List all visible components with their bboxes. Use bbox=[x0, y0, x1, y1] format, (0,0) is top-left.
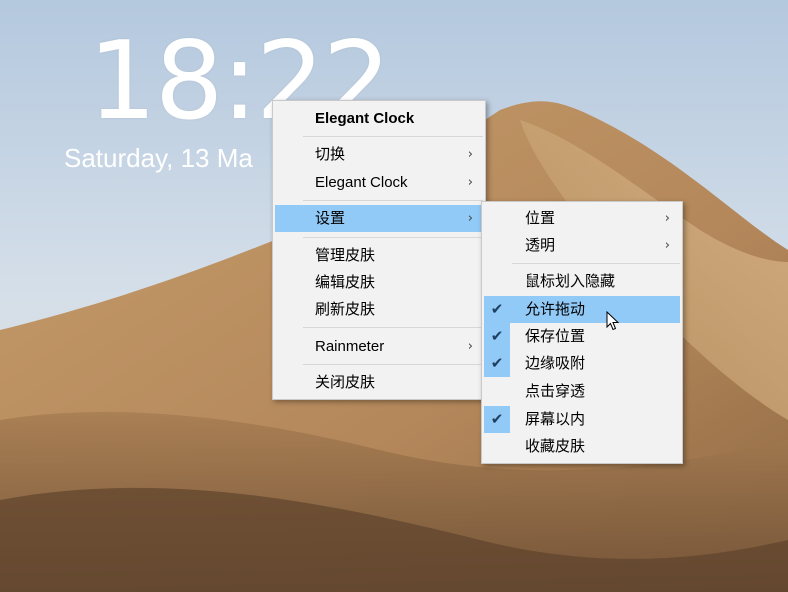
menu-item-label: 关闭皮肤 bbox=[315, 374, 376, 391]
menu-separator bbox=[303, 327, 483, 328]
submenu-item-keep-on-screen[interactable]: 屏幕以内 bbox=[484, 406, 680, 433]
submenu-item-position[interactable]: 位置 › bbox=[484, 205, 680, 232]
chevron-right-icon: › bbox=[467, 211, 473, 226]
menu-item-label: 保存位置 bbox=[525, 328, 586, 345]
checkmark-icon: ✔ bbox=[484, 323, 510, 350]
menu-item-switch[interactable]: 切换 › bbox=[275, 141, 483, 168]
clock-date: Saturday, 13 Ma bbox=[64, 143, 253, 173]
submenu-item-favorite-skin[interactable]: 收藏皮肤 bbox=[484, 433, 680, 460]
menu-item-elegant-clock[interactable]: Elegant Clock › bbox=[275, 169, 483, 196]
menu-item-label: 边缘吸附 bbox=[525, 355, 586, 372]
mouse-cursor-icon bbox=[606, 311, 620, 331]
skin-context-menu: Elegant Clock 切换 › Elegant Clock › 设置 › … bbox=[272, 100, 486, 400]
menu-item-label: Elegant Clock bbox=[315, 174, 408, 191]
menu-separator bbox=[303, 136, 483, 137]
menu-item-label: 收藏皮肤 bbox=[525, 438, 586, 455]
menu-item-label: 设置 bbox=[315, 210, 346, 227]
menu-item-label: 鼠标划入隐藏 bbox=[525, 273, 616, 290]
menu-item-label: 刷新皮肤 bbox=[315, 301, 376, 318]
checkmark-icon: ✔ bbox=[484, 296, 510, 323]
submenu-item-allow-drag[interactable]: 允许拖动 bbox=[484, 296, 680, 323]
checkmark-icon: ✔ bbox=[484, 406, 510, 433]
menu-item-settings[interactable]: 设置 › bbox=[275, 205, 483, 232]
menu-item-label: 屏幕以内 bbox=[525, 411, 586, 428]
menu-item-label: 管理皮肤 bbox=[315, 247, 376, 264]
submenu-item-snap-edges[interactable]: 边缘吸附 bbox=[484, 350, 680, 377]
submenu-item-click-through[interactable]: 点击穿透 bbox=[484, 378, 680, 405]
menu-item-label: 允许拖动 bbox=[525, 301, 586, 318]
menu-item-close-skin[interactable]: 关闭皮肤 bbox=[275, 369, 483, 396]
menu-item-label: 点击穿透 bbox=[525, 383, 586, 400]
submenu-item-transparency[interactable]: 透明 › bbox=[484, 232, 680, 259]
menu-title-elegant-clock[interactable]: Elegant Clock bbox=[275, 105, 483, 132]
chevron-right-icon: › bbox=[664, 211, 670, 226]
menu-item-label: 切换 bbox=[315, 146, 346, 163]
checkmark-icon: ✔ bbox=[484, 350, 510, 377]
menu-separator bbox=[303, 364, 483, 365]
menu-separator bbox=[303, 200, 483, 201]
menu-item-label: 透明 bbox=[525, 237, 556, 254]
submenu-item-hide-on-hover[interactable]: 鼠标划入隐藏 bbox=[484, 268, 680, 295]
menu-separator bbox=[303, 237, 483, 238]
menu-item-label: 编辑皮肤 bbox=[315, 274, 376, 291]
chevron-right-icon: › bbox=[467, 339, 473, 354]
menu-separator bbox=[512, 263, 680, 264]
menu-item-manage-skin[interactable]: 管理皮肤 bbox=[275, 242, 483, 269]
menu-item-edit-skin[interactable]: 编辑皮肤 bbox=[275, 269, 483, 296]
chevron-right-icon: › bbox=[664, 238, 670, 253]
submenu-item-save-position[interactable]: 保存位置 bbox=[484, 323, 680, 350]
menu-item-label: Rainmeter bbox=[315, 338, 385, 355]
menu-item-label: 位置 bbox=[525, 210, 556, 227]
chevron-right-icon: › bbox=[467, 175, 473, 190]
menu-item-refresh-skin[interactable]: 刷新皮肤 bbox=[275, 296, 483, 323]
menu-item-rainmeter[interactable]: Rainmeter › bbox=[275, 333, 483, 360]
settings-submenu: 位置 › 透明 › 鼠标划入隐藏 允许拖动 ✔ 保存位置 ✔ 边缘吸附 ✔ 点击… bbox=[481, 201, 683, 464]
chevron-right-icon: › bbox=[467, 147, 473, 162]
